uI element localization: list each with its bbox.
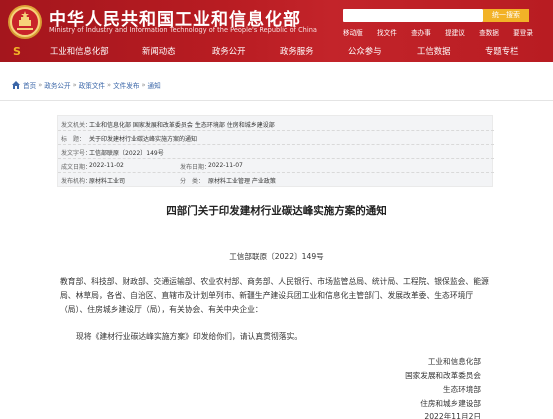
info-row-divider	[58, 144, 494, 145]
title-label: 标 题：	[61, 136, 86, 143]
date-label: 成文日期：	[61, 164, 92, 171]
docno-value: 工信部联原〔2022〕149号	[89, 150, 164, 157]
breadcrumb-separator: »	[141, 81, 146, 89]
info-row-divider	[58, 172, 494, 173]
document-number: 工信部联原〔2022〕149号	[229, 252, 324, 261]
document-recipients: 教育部、科技部、财政部、交通运输部、农业农村部、商务部、人民银行、市场监管总局、…	[60, 277, 489, 314]
quick-link-services[interactable]: 查办事	[411, 27, 431, 37]
quick-link-find-file[interactable]: 找文件	[377, 27, 397, 37]
breadcrumb-policy-files[interactable]: 政策文件	[79, 80, 105, 90]
nav-item-ministry[interactable]: 工业和信息化部	[50, 45, 109, 57]
nav-item-special[interactable]: 专题专栏	[485, 45, 519, 57]
nav-item-public[interactable]: 公众参与	[348, 45, 382, 57]
org-value: 原材料工业司	[89, 178, 126, 185]
pubdate-label: 发布日期：	[180, 164, 211, 171]
svg-text:S: S	[13, 45, 21, 56]
info-row-divider	[58, 158, 494, 159]
info-row-divider	[58, 130, 494, 131]
pubdate-value: 2022-11-07	[208, 162, 243, 169]
emblem-icon	[10, 7, 40, 37]
signature-ndrc: 国家发展和改革委员会	[405, 371, 481, 380]
category-label: 分 类：	[180, 178, 205, 185]
breadcrumb-file-release[interactable]: 文件发布	[113, 80, 139, 90]
nav-item-data[interactable]: 工信数据	[417, 45, 451, 57]
breadcrumb-notice[interactable]: 通知	[148, 80, 161, 90]
search-button[interactable]: 统一搜索	[483, 9, 529, 22]
nav-home-icon[interactable]: S	[13, 45, 24, 56]
quick-link-mobile[interactable]: 移动版	[343, 27, 363, 37]
breadcrumb: 首页 » 政务公开 » 政策文件 » 文件发布 » 通知	[12, 80, 161, 90]
document-info-table: 发文机关： 工业和信息化部 国家发展和改革委员会 生态环境部 住房和城乡建设部 …	[57, 115, 494, 187]
title-value: 关于印发建材行业碳达峰实施方案的通知	[89, 136, 198, 143]
signature-date: 2022年11月2日	[424, 412, 481, 419]
header-divider	[0, 100, 553, 101]
quick-link-data[interactable]: 查数据	[479, 27, 499, 37]
breadcrumb-separator: »	[107, 81, 112, 89]
breadcrumb-separator: »	[38, 81, 43, 89]
signature-miit: 工业和信息化部	[427, 357, 481, 366]
search-input[interactable]	[343, 9, 483, 22]
national-emblem-logo[interactable]	[8, 5, 42, 39]
docno-label: 发文字号：	[61, 150, 92, 157]
home-icon[interactable]	[12, 81, 20, 89]
document-body: 现将《建材行业碳达峰实施方案》印发给你们，请认真贯彻落实。	[76, 332, 303, 341]
site-title-en: Ministry of Industry and Information Tec…	[49, 26, 317, 34]
quick-links: 移动版 找文件 查办事 提建议 查数据 要登录	[343, 27, 533, 37]
quick-link-suggest[interactable]: 提建议	[445, 27, 465, 37]
date-value: 2022-11-02	[89, 162, 124, 169]
quick-link-login[interactable]: 要登录	[513, 27, 533, 37]
nav-item-gov-services[interactable]: 政务服务	[280, 45, 314, 57]
signature-mohurd: 住房和城乡建设部	[420, 399, 481, 408]
breadcrumb-gov-affairs[interactable]: 政务公开	[44, 80, 70, 90]
nav-item-gov-affairs[interactable]: 政务公开	[212, 45, 246, 57]
signature-mee: 生态环境部	[443, 385, 481, 394]
breadcrumb-separator: »	[72, 81, 77, 89]
breadcrumb-home[interactable]: 首页	[23, 80, 36, 90]
issuer-label: 发文机关：	[61, 122, 92, 129]
nav-item-news[interactable]: 新闻动态	[142, 45, 176, 57]
document-title: 四部门关于印发建材行业碳达峰实施方案的通知	[166, 205, 387, 217]
category-value: 原材料工业管理 产业政策	[208, 178, 276, 185]
org-label: 发布机构：	[61, 178, 92, 185]
issuer-value: 工业和信息化部 国家发展和改革委员会 生态环境部 住房和城乡建设部	[89, 122, 275, 129]
